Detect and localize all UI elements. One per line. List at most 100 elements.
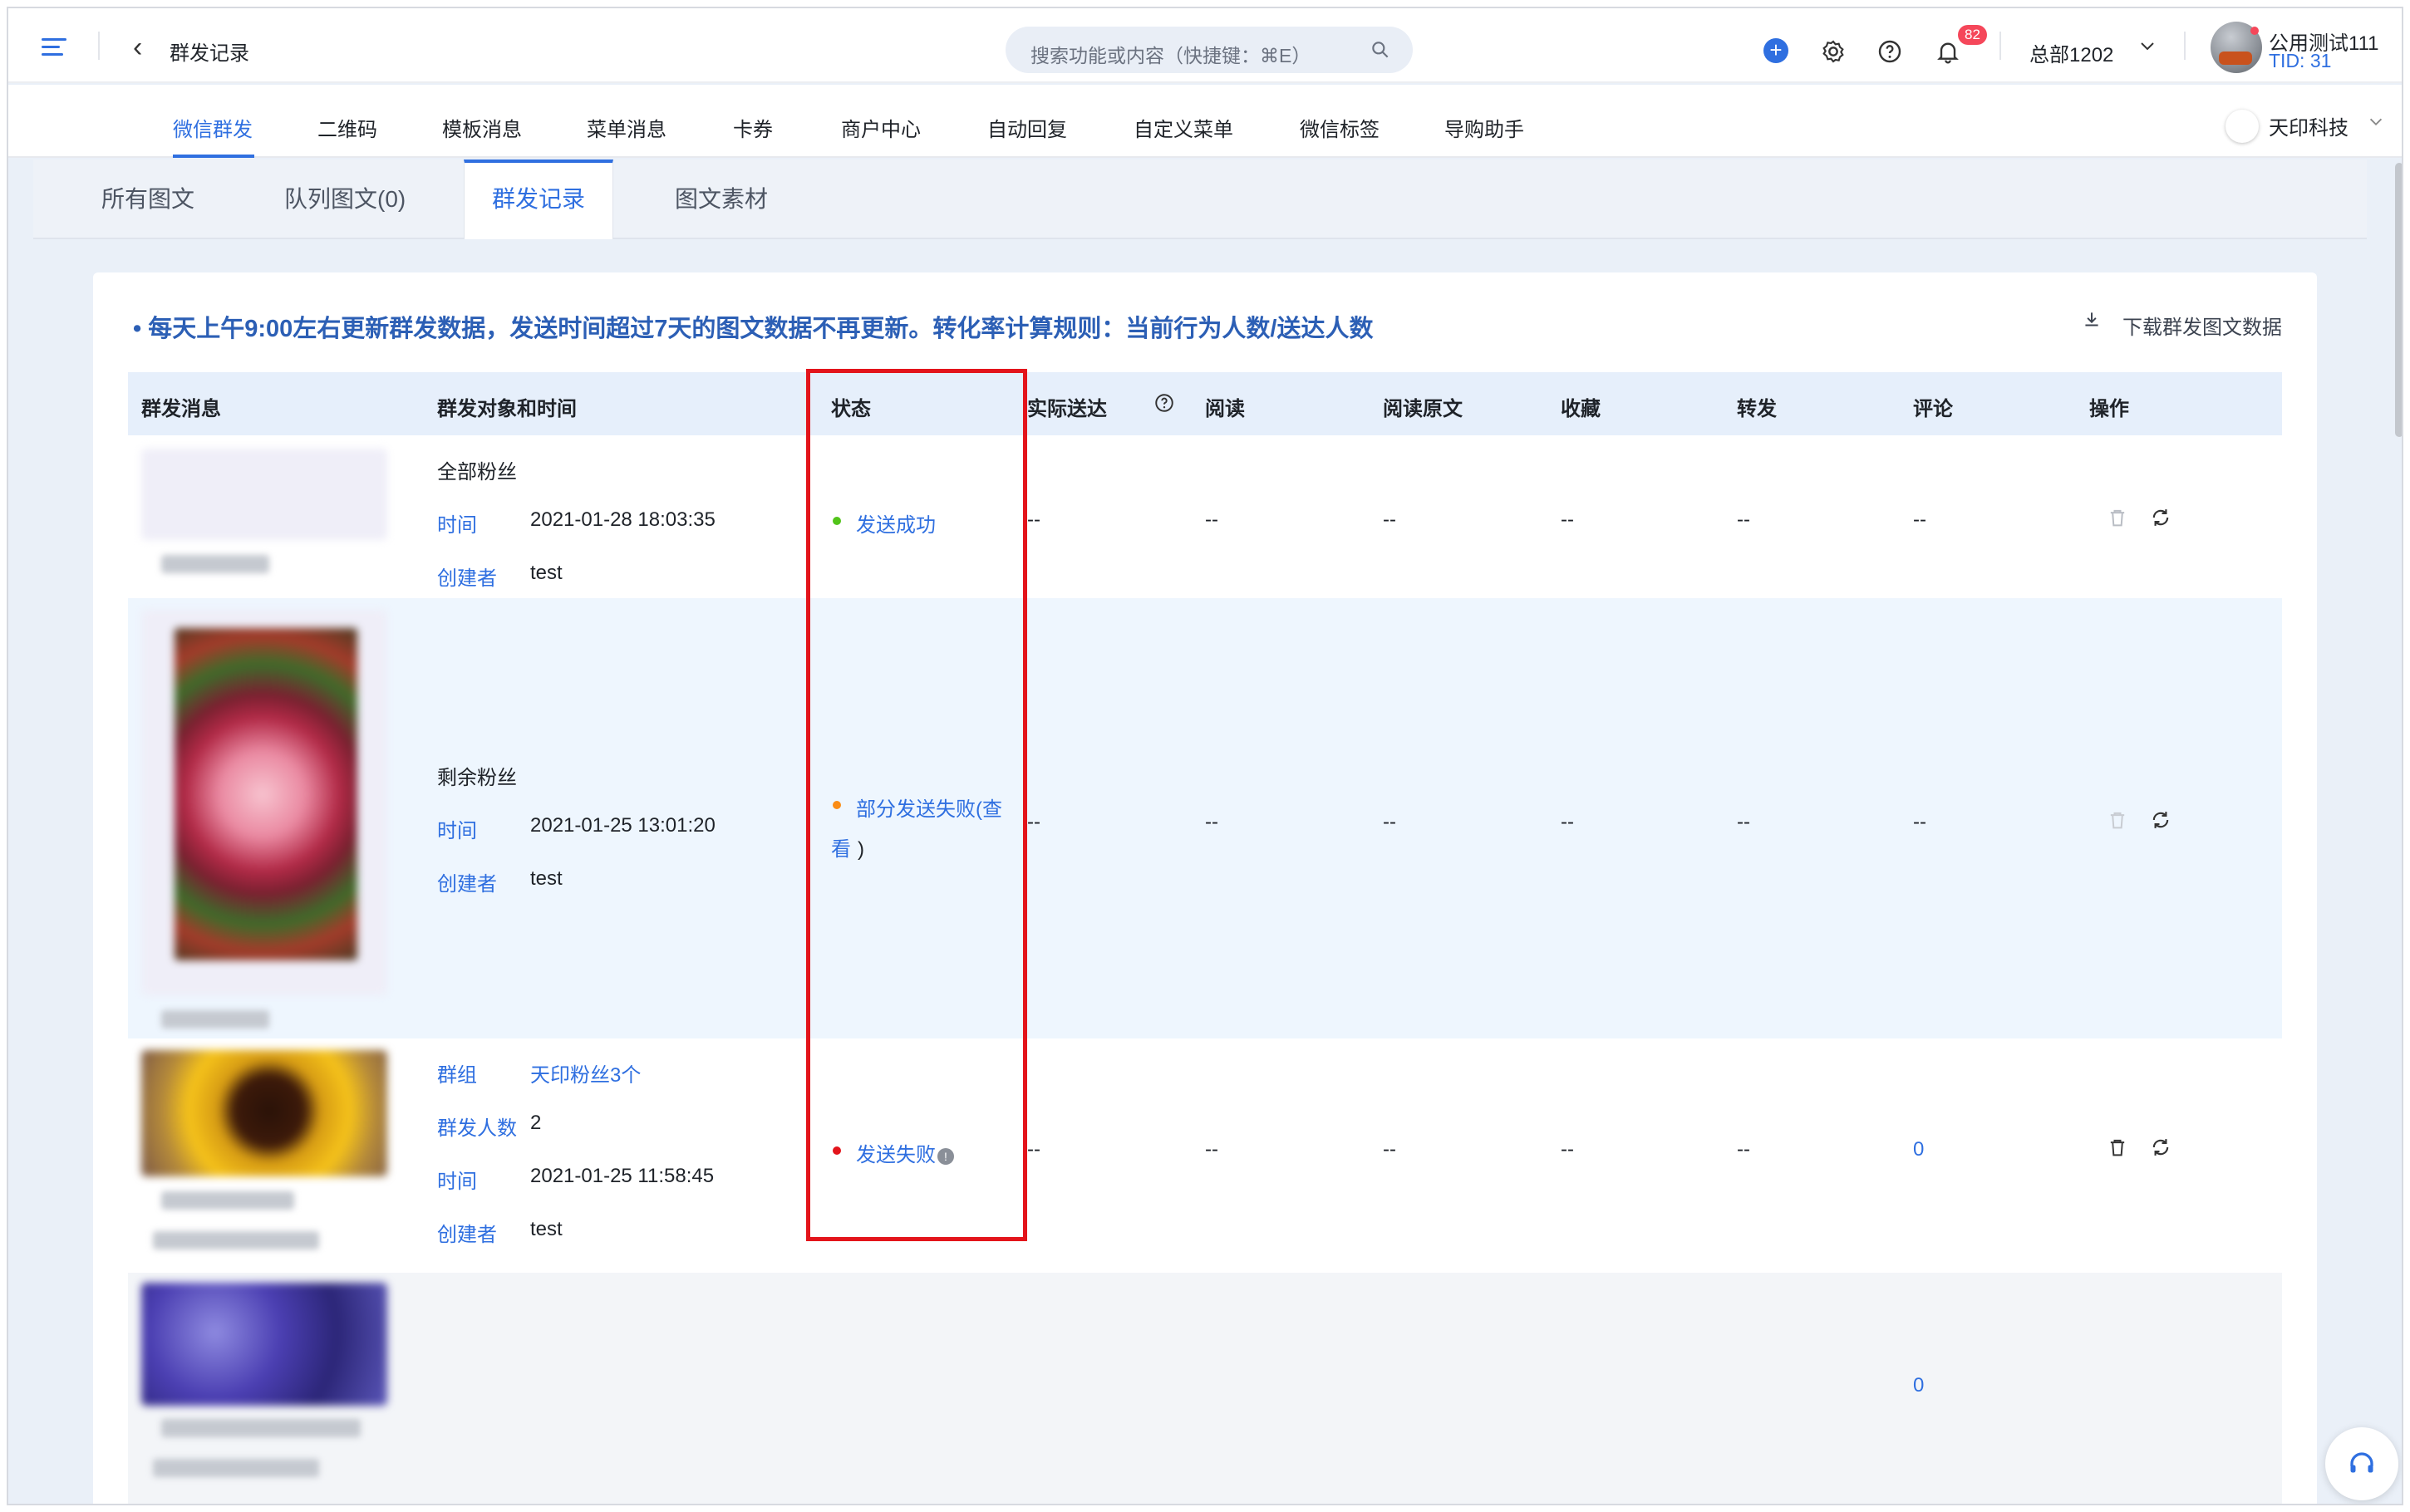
company-name[interactable]: 天印科技 <box>2269 111 2349 140</box>
nav-item-template-message[interactable]: 模板消息 <box>442 113 522 142</box>
column-header: 群发对象和时间 <box>437 398 577 420</box>
refresh-icon[interactable] <box>2149 505 2172 530</box>
status-text: 发送失败! <box>856 1138 954 1167</box>
read-value: -- <box>1205 508 1218 531</box>
forward-value: -- <box>1737 1138 1750 1161</box>
tab-broadcast-records[interactable]: 群发记录 <box>464 160 613 239</box>
table-row: 全部粉丝 时间 2021-01-28 18:03:35 创建者 test 发送成… <box>128 435 2282 598</box>
article-caption <box>161 1419 361 1437</box>
article-caption <box>161 1191 294 1210</box>
nav-item-auto-reply[interactable]: 自动回复 <box>987 113 1067 142</box>
status-dot <box>833 517 841 525</box>
status-text: 发送成功 <box>856 514 936 537</box>
article-thumbnail[interactable] <box>141 1283 387 1406</box>
forward-value: -- <box>1737 811 1750 833</box>
nav-item-menu-message[interactable]: 菜单消息 <box>587 113 666 142</box>
comment-count-link[interactable]: 0 <box>1913 1374 1924 1397</box>
gear-icon[interactable] <box>1820 38 1847 65</box>
creator-value: test <box>530 562 563 584</box>
status-dot <box>833 801 841 809</box>
comment-value: -- <box>1913 508 1926 531</box>
target-value: 全部粉丝 <box>437 461 517 484</box>
article-caption <box>161 1010 269 1028</box>
nav-item-qrcode[interactable]: 二维码 <box>317 113 377 142</box>
data-update-notice: • 每天上午9:00左右更新群发数据，发送时间超过7天的图文数据不再更新。转化率… <box>133 316 1374 342</box>
sub-tabs: 所有图文 队列图文(0) 群发记录 图文素材 <box>33 160 2367 239</box>
nav-item-wechat-tags[interactable]: 微信标签 <box>1300 113 1380 142</box>
app-window: ‹ 群发记录 搜索功能或内容（快捷键：⌘E） + 82 总部1202 公用测试1… <box>7 7 2403 1505</box>
info-icon[interactable]: ! <box>937 1147 954 1165</box>
table-row: 0 <box>128 1273 2282 1504</box>
target-value: 剩余粉丝 <box>437 767 517 789</box>
count-value: 2 <box>530 1112 542 1134</box>
column-header: 状态 <box>831 398 871 420</box>
time-value: 2021-01-25 11:58:45 <box>530 1165 715 1187</box>
user-tid: TID: 31 <box>2269 50 2332 71</box>
article-thumbnail[interactable] <box>141 610 387 995</box>
search-icon[interactable] <box>1370 39 1391 61</box>
records-card: • 每天上午9:00左右更新群发数据，发送时间超过7天的图文数据不再更新。转化率… <box>93 272 2317 1504</box>
table-row: 剩余粉丝 时间 2021-01-25 13:01:20 创建者 test 部分发… <box>128 598 2282 1038</box>
delivered-value: -- <box>1027 1138 1040 1161</box>
trash-icon[interactable] <box>2106 808 2129 832</box>
favorite-value: -- <box>1561 508 1574 531</box>
org-selector[interactable]: 总部1202 <box>2029 38 2113 67</box>
search-input[interactable]: 搜索功能或内容（快捷键：⌘E） <box>1030 40 1311 68</box>
help-icon[interactable] <box>1153 392 1175 414</box>
nav-item-coupons[interactable]: 卡券 <box>733 113 773 142</box>
view-failure-link[interactable]: 看) <box>831 832 864 862</box>
creator-label: 创建者 <box>437 567 497 590</box>
column-header: 转发 <box>1737 398 1777 420</box>
chevron-down-icon[interactable] <box>2137 37 2157 56</box>
nav-item-custom-menu[interactable]: 自定义菜单 <box>1134 113 1233 142</box>
article-thumbnail[interactable] <box>141 1050 387 1176</box>
tab-article-materials[interactable]: 图文素材 <box>675 160 768 239</box>
status-dot <box>833 1146 841 1155</box>
creator-label: 创建者 <box>437 1224 497 1246</box>
table-header: 群发消息 群发对象和时间 状态 实际送达 阅读 阅读原文 收藏 转发 评论 操作 <box>128 372 2282 435</box>
column-header: 群发消息 <box>141 398 221 420</box>
delivered-value: -- <box>1027 508 1040 531</box>
time-label: 时间 <box>437 820 477 842</box>
column-header: 评论 <box>1913 398 1953 420</box>
comment-value: -- <box>1913 811 1926 833</box>
chevron-down-icon[interactable] <box>2367 113 2385 131</box>
article-caption <box>153 1459 319 1477</box>
customer-support-button[interactable] <box>2325 1427 2398 1500</box>
add-icon[interactable]: + <box>1763 38 1788 63</box>
download-button[interactable]: 下载群发图文数据 <box>2122 311 2282 340</box>
column-header: 操作 <box>2089 398 2129 420</box>
top-bar: ‹ 群发记录 搜索功能或内容（快捷键：⌘E） + 82 总部1202 公用测试1… <box>8 8 2402 83</box>
tab-queued-articles[interactable]: 队列图文(0) <box>284 160 406 239</box>
download-icon[interactable] <box>2081 309 2103 331</box>
back-arrow-icon[interactable]: ‹ <box>133 33 142 61</box>
active-nav-indicator <box>173 155 254 158</box>
creator-value: test <box>530 1218 563 1240</box>
trash-icon[interactable] <box>2106 505 2129 530</box>
comment-count-link[interactable]: 0 <box>1913 1138 1924 1161</box>
nav-item-merchant-center[interactable]: 商户中心 <box>841 113 921 142</box>
search-box[interactable]: 搜索功能或内容（快捷键：⌘E） <box>1006 27 1413 73</box>
hamburger-menu-icon[interactable] <box>42 38 66 56</box>
time-label: 时间 <box>437 1171 477 1193</box>
refresh-icon[interactable] <box>2149 1135 2172 1160</box>
module-nav: 微信群发 二维码 模板消息 菜单消息 卡券 商户中心 自动回复 自定义菜单 微信… <box>8 85 2402 158</box>
bell-icon[interactable] <box>1935 38 1961 65</box>
refresh-icon[interactable] <box>2149 808 2172 832</box>
avatar-status-dot <box>2250 27 2259 35</box>
creator-value: test <box>530 867 563 890</box>
column-header: 阅读 <box>1205 398 1245 420</box>
company-toggle[interactable] <box>2226 110 2259 143</box>
article-caption <box>161 555 269 573</box>
delivered-value: -- <box>1027 811 1040 833</box>
vertical-scrollbar[interactable] <box>2395 163 2402 437</box>
nav-item-shopping-guide[interactable]: 导购助手 <box>1444 113 1524 142</box>
group-link[interactable]: 天印粉丝3个 <box>530 1058 641 1087</box>
article-thumbnail[interactable] <box>141 449 387 540</box>
help-icon[interactable] <box>1876 38 1903 65</box>
nav-item-wechat-broadcast[interactable]: 微信群发 <box>173 113 253 142</box>
favorite-value: -- <box>1561 1138 1574 1161</box>
status-text[interactable]: 部分发送失败(查 <box>856 793 1002 822</box>
tab-all-articles[interactable]: 所有图文 <box>101 160 194 239</box>
trash-icon[interactable] <box>2106 1135 2129 1160</box>
